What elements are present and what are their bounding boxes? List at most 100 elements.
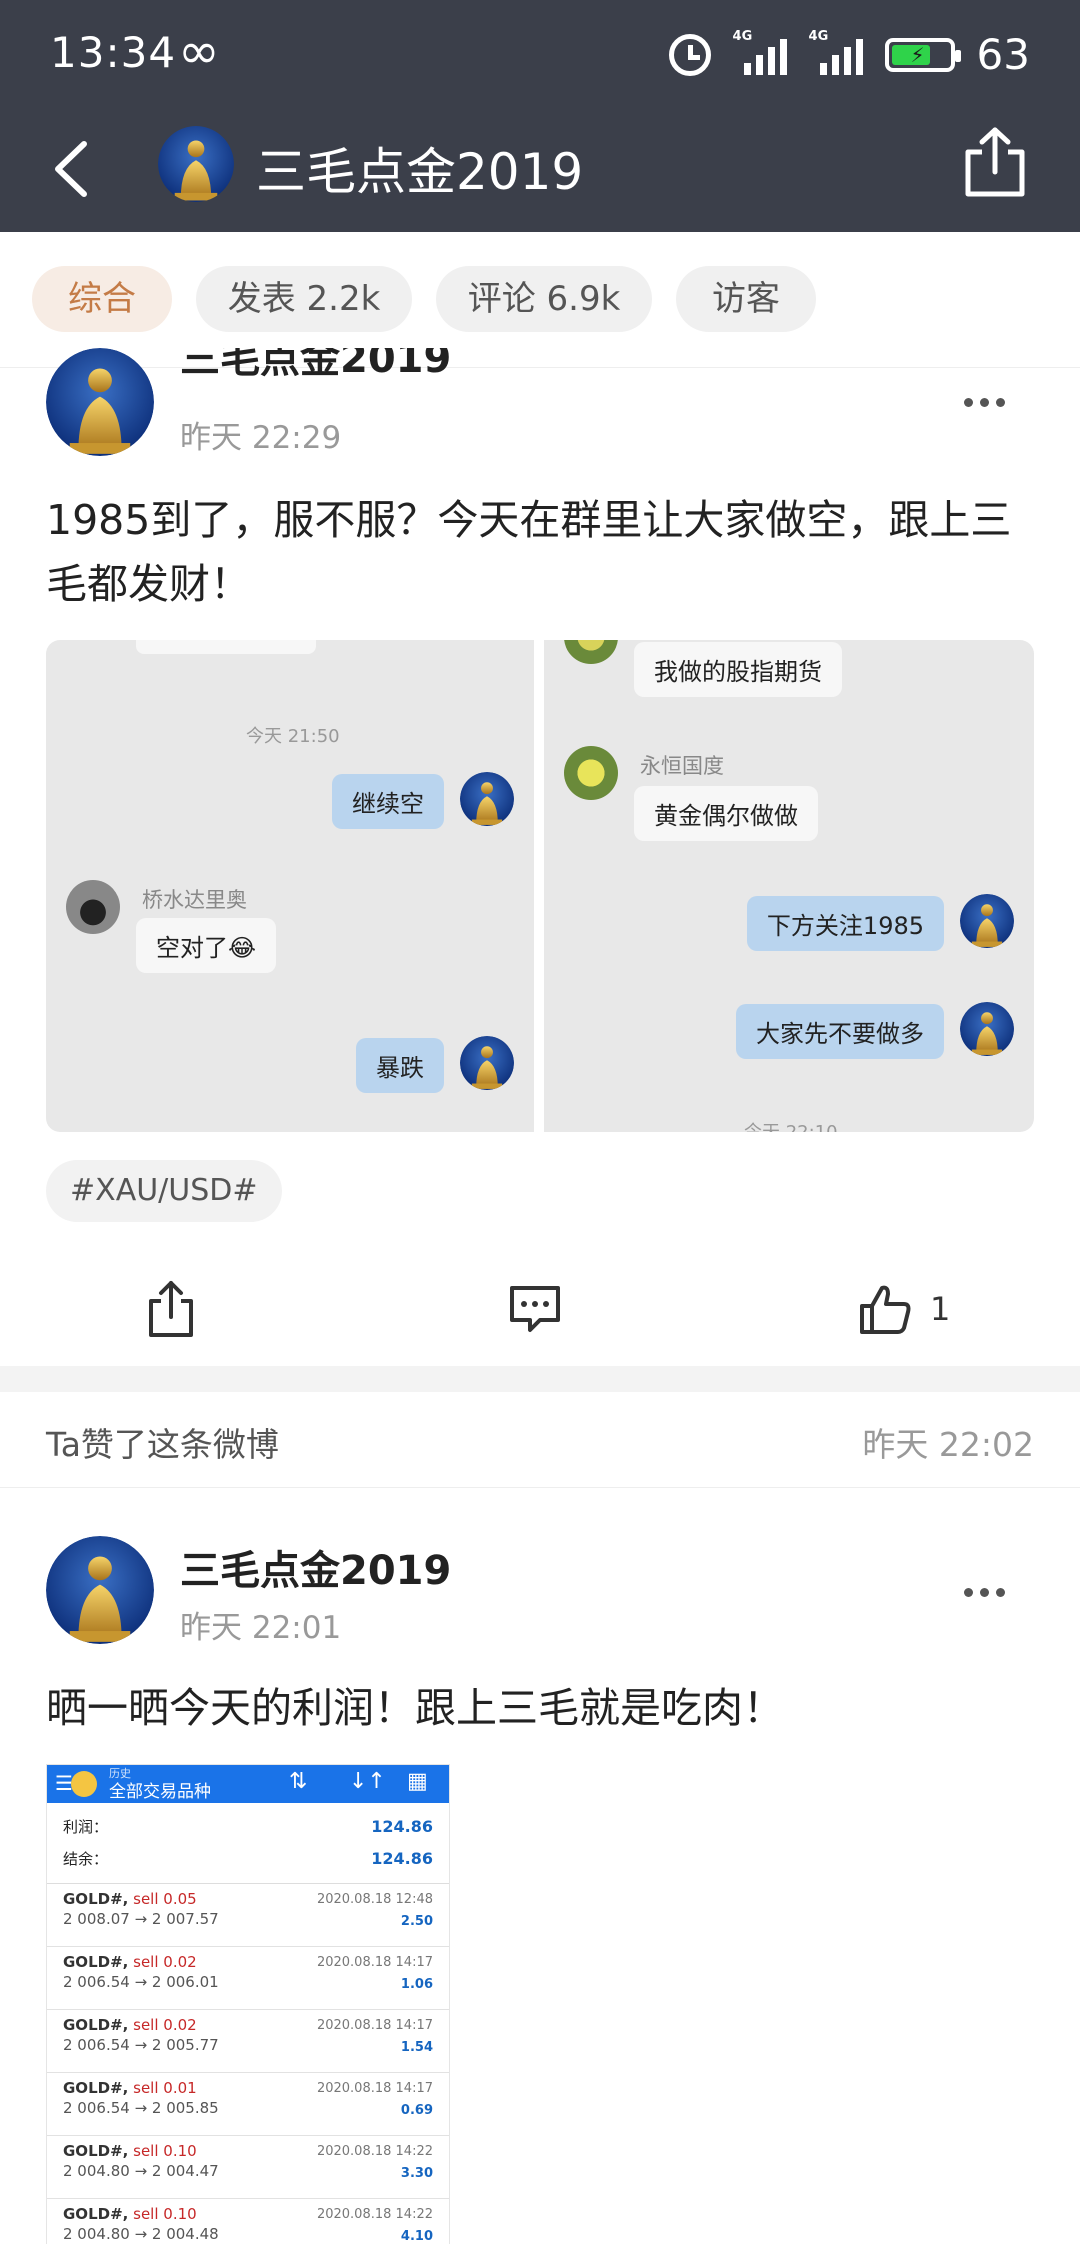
comment-icon [510,1286,560,1332]
trade-record-row: GOLD#, sell 0.02 2 006.54 → 2 006.01 2020.… [47,1947,449,2010]
trade-prices: 2 006.54 → 2 005.85 [63,2099,219,2117]
share-icon[interactable] [960,124,1030,200]
post-image-chat-right[interactable]: 我做的股指期货 永恒国度 黄金偶尔做做 下方关注1985 大家先不要做多 今天 … [544,640,1034,1132]
balance-label: 结余： [63,1850,109,1868]
trade-header: ☰ 历史 全部交易品种 ⇅ ↓↑ ▦ [47,1765,449,1803]
liked-time: 昨天 22:02 [862,1425,1034,1464]
alarm-icon [668,33,711,76]
trade-profit: 0.69 [400,2103,433,2118]
like-button[interactable]: 1 [858,1274,950,1344]
liked-activity-row: Ta赞了这条微博 昨天 22:02 [0,1392,1080,1488]
trade-symbol: GOLD#, [63,1953,129,1971]
post-author-avatar[interactable] [46,1536,154,1644]
post-time: 昨天 22:01 [180,1610,342,1646]
chat-timestamp: 今天 22:10 [744,1118,838,1132]
app-logo-icon [71,1771,97,1797]
post-text: 1985到了，服不服？今天在群里让大家做空，跟上三毛都发财！ [46,496,1012,608]
sort-icon: ↓↑ [349,1769,386,1794]
trade-profit: 2.50 [400,1914,433,1929]
chat-sender-name: 永恒国度 [640,754,724,778]
chat-timestamp: 今天 21:50 [246,726,340,747]
app-header: 13:34 ∞ 4G 4G ⚡ 63 三毛点金2019 [0,0,1080,232]
trade-prices: 2 004.80 → 2 004.48 [63,2225,219,2243]
chat-bubble-other: 空对了😂 [136,918,277,973]
trade-symbol: GOLD#, [63,2142,129,2160]
trade-record-row: GOLD#, sell 0.10 2 004.80 → 2 004.47 2020.… [47,2136,449,2199]
chat-bubble: 下方关注1985 [746,896,944,951]
trade-side: sell 0.02 [133,1953,197,1971]
page-title: 三毛点金2019 [256,143,584,201]
trade-record-row: GOLD#, sell 0.10 2 004.80 → 2 004.48 2020.… [47,2199,449,2244]
trade-profit: 1.06 [400,1977,433,1992]
tab-visitors[interactable]: 访客 [676,266,816,332]
signal-icon-2: 4G [809,29,863,75]
comment-button[interactable] [506,1274,564,1344]
trade-side: sell 0.02 [133,2016,197,2034]
currency-icon: ⇅ [289,1769,308,1794]
hashtag-chip[interactable]: #XAU/USD# [46,1160,282,1222]
trade-symbol: GOLD#, [63,2079,129,2097]
tab-comments[interactable]: 评论 6.9k [436,266,652,332]
trade-prices: 2 004.80 → 2 004.47 [63,2162,219,2180]
chat-avatar-other [564,746,618,800]
trade-record-row: GOLD#, sell 0.05 2 008.07 → 2 007.57 2020.… [47,1884,449,1947]
post-time: 昨天 22:29 [180,420,342,456]
trade-side: sell 0.05 [133,1890,197,1908]
balance-value: 124.86 [371,1849,433,1868]
more-options-icon[interactable] [964,392,1024,412]
trade-side: sell 0.10 [133,2142,197,2160]
post-author-avatar[interactable] [46,348,154,456]
signal-icon: 4G [733,29,787,75]
trade-symbol: GOLD#, [63,2016,129,2034]
more-options-icon[interactable] [964,1582,1024,1602]
trade-date: 2020.08.18 14:17 [316,1955,433,1970]
share-button[interactable] [146,1274,196,1344]
tab-overview[interactable]: 综合 [32,266,172,332]
trade-prices: 2 006.54 → 2 006.01 [63,1973,219,1991]
profit-value: 124.86 [371,1817,433,1836]
trade-side: sell 0.01 [133,2079,197,2097]
status-icons: 4G 4G ⚡ 63 [668,29,1030,79]
trade-date: 2020.08.18 14:17 [316,2018,433,2033]
infinity-icon: ∞ [178,22,220,80]
trade-profit: 3.30 [400,2166,433,2181]
chat-bubble: 大家先不要做多 [736,1004,944,1059]
chat-avatar [460,1036,514,1090]
trade-date: 2020.08.18 14:22 [316,2144,433,2159]
trade-header-title: 全部交易品种 [109,1782,211,1802]
chat-avatar-other [564,640,618,664]
post-author-name[interactable]: 三毛点金2019 [180,1538,451,1596]
profile-avatar[interactable] [158,126,234,202]
status-time: 13:34 [50,28,177,77]
liked-label: Ta赞了这条微博 [46,1425,279,1464]
trade-profit: 4.10 [400,2229,433,2244]
section-divider [0,1366,1080,1392]
trade-prices: 2 006.54 → 2 005.77 [63,2036,219,2054]
chat-sender-name: 桥水达里奥 [142,888,247,912]
post-author-name[interactable]: 三毛点金2019 [180,348,451,382]
chat-avatar [960,1002,1014,1056]
post-image-trade-history[interactable]: ☰ 历史 全部交易品种 ⇅ ↓↑ ▦ 利润： 124.86 结余： 124.86 G… [46,1764,450,2244]
post-text: 晒一晒今天的利润！跟上三毛就是吃肉！ [46,1684,784,1732]
chat-bubble: 暴跌 [356,1038,444,1093]
trade-date: 2020.08.18 14:22 [316,2207,433,2222]
battery-icon: ⚡ [884,37,961,72]
post-image-chat-left[interactable]: 今天 21:50 继续空 桥水达里奥 空对了😂 暴跌 [46,640,534,1132]
chat-bubble-other: 我做的股指期货 [634,642,842,697]
status-bar: 13:34 ∞ 4G 4G ⚡ 63 [0,0,1080,112]
trade-summary: 利润： 124.86 结余： 124.86 [47,1803,449,1884]
trade-side: sell 0.10 [133,2205,197,2223]
chat-avatar [460,772,514,826]
like-count: 1 [930,1290,951,1328]
share-icon [149,1281,193,1337]
trade-date: 2020.08.18 14:17 [316,2081,433,2096]
trade-record-list: GOLD#, sell 0.05 2 008.07 → 2 007.57 2020.… [47,1884,449,2244]
trade-profit: 1.54 [400,2040,433,2055]
calendar-icon: ▦ [407,1769,428,1794]
battery-level: 63 [976,30,1030,79]
profile-tabs: 综合 发表 2.2k 评论 6.9k 访客 [0,232,1080,368]
tab-posts[interactable]: 发表 2.2k [196,266,412,332]
back-arrow-icon[interactable] [40,134,110,204]
chat-bubble-other: 黄金偶尔做做 [634,786,818,841]
trade-symbol: GOLD#, [63,2205,129,2223]
